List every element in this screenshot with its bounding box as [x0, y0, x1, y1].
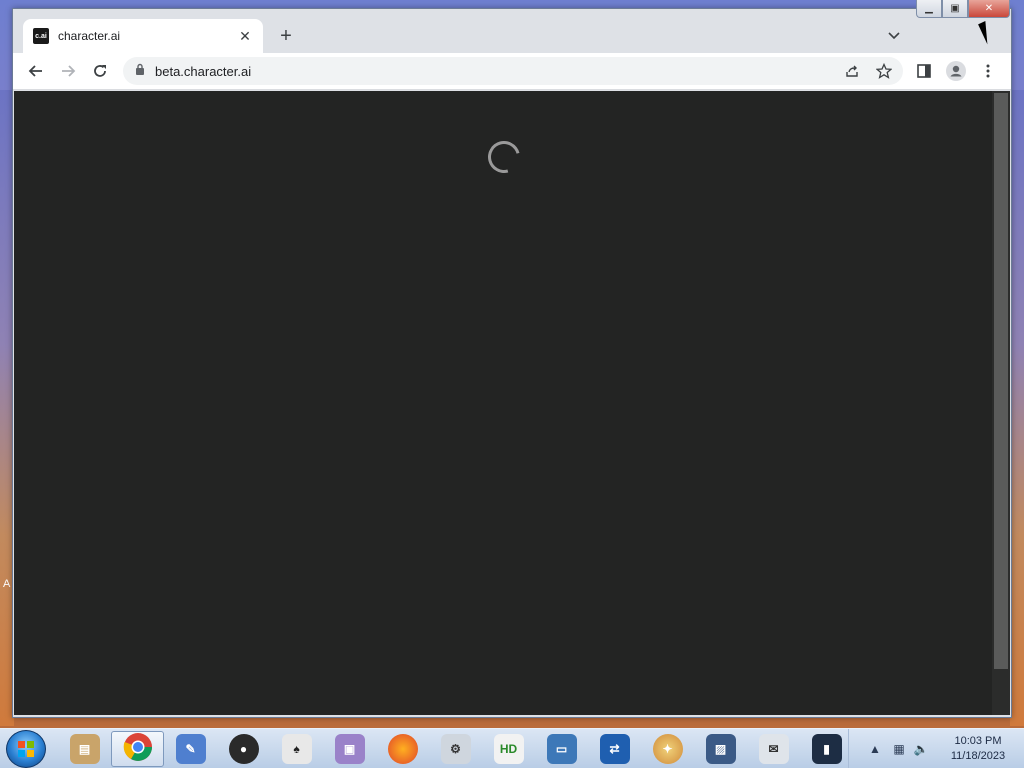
forward-icon[interactable] [57, 60, 79, 82]
taskbar-explorer[interactable]: ▤ [58, 731, 111, 767]
desktop-text: A [3, 578, 11, 590]
desktop-background [1010, 90, 1024, 726]
chrome-icon [123, 732, 153, 767]
share-icon[interactable] [841, 60, 863, 82]
system-tray: ▲ ▦ 🔈 10:03 PM 11/18/2023 [848, 729, 1024, 768]
window-controls: ▁ ▣ ✕ [916, 0, 1010, 18]
remote-desktop-icon: ⇄ [599, 734, 630, 764]
lock-icon[interactable] [135, 62, 145, 80]
close-icon[interactable]: ✕ [237, 28, 253, 44]
hxd-icon: HD [493, 734, 524, 764]
browser-window: c.ai character.ai ✕ + beta.character.ai [12, 8, 1012, 718]
scrollbar-thumb[interactable] [994, 93, 1008, 669]
firefox-icon [387, 734, 418, 764]
tab-character-ai[interactable]: c.ai character.ai ✕ [23, 19, 263, 53]
new-tab-button[interactable]: + [275, 25, 297, 47]
app-icon: ✎ [175, 734, 206, 764]
taskbar-app[interactable]: ✉ [747, 731, 800, 767]
taskbar-hxd[interactable]: HD [482, 731, 535, 767]
taskbar-apps: ▤ ✎ ● ♠ ▣ ⚙ HD ▭ ⇄ ✦ ▨ ✉ ▮ [58, 731, 853, 767]
explorer-icon: ▤ [69, 734, 100, 764]
photo-icon: ▨ [705, 734, 736, 764]
taskbar-app[interactable]: ⚙ [429, 731, 482, 767]
scrollbar[interactable] [992, 91, 1010, 715]
chevron-down-icon[interactable] [885, 27, 903, 45]
taskbar-chrome[interactable] [111, 731, 164, 767]
taskbar-app[interactable]: ● [217, 731, 270, 767]
tray-expand-icon[interactable]: ▲ [867, 741, 883, 757]
browser-toolbar: beta.character.ai [13, 53, 1011, 90]
app-icon: ✉ [758, 734, 789, 764]
taskbar-device[interactable]: ▮ [800, 731, 853, 767]
star-icon[interactable] [873, 60, 895, 82]
clock[interactable]: 10:03 PM 11/18/2023 [941, 734, 1015, 764]
taskbar-solitaire[interactable]: ♠ [270, 731, 323, 767]
taskbar-app[interactable]: ▭ [535, 731, 588, 767]
network-icon[interactable]: ▦ [891, 741, 907, 757]
taskbar-paint[interactable]: ✦ [641, 731, 694, 767]
address-bar[interactable]: beta.character.ai [123, 57, 903, 85]
app-icon: ⚙ [440, 734, 471, 764]
taskbar-app[interactable]: ✎ [164, 731, 217, 767]
app-icon: ▣ [334, 734, 365, 764]
taskbar: ▤ ✎ ● ♠ ▣ ⚙ HD ▭ ⇄ ✦ ▨ ✉ ▮ ▲ ▦ 🔈 10:03 P… [0, 728, 1024, 768]
tab-title: character.ai [58, 29, 121, 43]
close-window-button[interactable]: ✕ [968, 0, 1010, 18]
taskbar-remote-desktop[interactable]: ⇄ [588, 731, 641, 767]
solitaire-icon: ♠ [281, 734, 312, 764]
app-icon: ● [228, 734, 259, 764]
device-icon: ▮ [811, 734, 842, 764]
menu-icon[interactable] [977, 60, 999, 82]
back-icon[interactable] [25, 60, 47, 82]
side-panel-icon[interactable] [913, 60, 935, 82]
taskbar-firefox[interactable] [376, 731, 429, 767]
clock-time: 10:03 PM [954, 735, 1002, 747]
tab-strip: c.ai character.ai ✕ + [13, 9, 1011, 53]
favicon-icon: c.ai [33, 28, 49, 44]
paint-icon: ✦ [652, 734, 683, 764]
reload-icon[interactable] [89, 60, 111, 82]
url-text[interactable]: beta.character.ai [155, 64, 251, 79]
taskbar-app[interactable]: ▣ [323, 731, 376, 767]
minimize-button[interactable]: ▁ [916, 0, 942, 18]
start-button[interactable] [6, 730, 46, 768]
volume-icon[interactable]: 🔈 [913, 741, 929, 757]
profile-icon[interactable] [945, 60, 967, 82]
maximize-button[interactable]: ▣ [942, 0, 968, 18]
clock-date: 11/18/2023 [950, 750, 1006, 762]
loading-spinner-icon [482, 135, 526, 179]
page-viewport [14, 91, 1010, 715]
app-icon: ▭ [546, 734, 577, 764]
taskbar-photo[interactable]: ▨ [694, 731, 747, 767]
